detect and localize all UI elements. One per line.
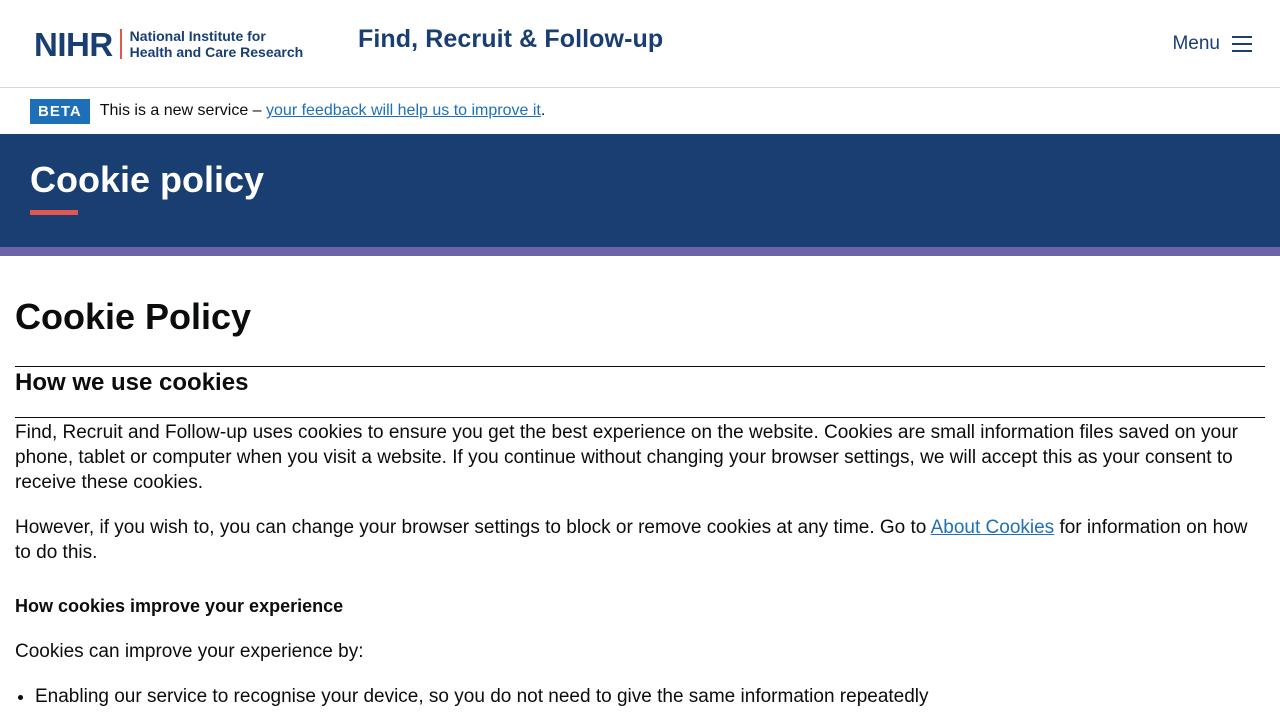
hero-title: Cookie policy — [30, 159, 265, 200]
hamburger-icon — [1232, 36, 1252, 52]
beta-text: This is a new service – — [99, 102, 262, 119]
logo-mark: NIHR — [34, 25, 113, 63]
hero-title-underline — [30, 210, 78, 215]
logo-text-line1: National Institute for — [129, 28, 266, 44]
service-name-link[interactable]: Find, Recruit & Follow-up — [358, 25, 663, 54]
logo-text-line2: Health and Care Research — [129, 44, 304, 60]
feedback-link[interactable]: your feedback will help us to improve it — [266, 102, 541, 120]
beta-suffix: . — [540, 102, 546, 119]
menu-label: Menu — [1172, 33, 1220, 54]
about-cookies-link[interactable]: About Cookies — [931, 517, 1055, 538]
nihr-logo[interactable]: NIHR National Institute for Health and C… — [34, 27, 303, 61]
logo-divider — [119, 29, 122, 59]
site-header: NIHR National Institute for Health and C… — [0, 0, 1280, 88]
logo-text: National Institute for Health and Care R… — [130, 28, 304, 60]
subheading: How cookies improve your experience — [15, 596, 344, 616]
benefits-list: Enabling our service to recognise your d… — [15, 684, 1265, 709]
list-item: Enabling our service to recognise your d… — [35, 684, 1265, 709]
menu-button[interactable]: Menu — [1172, 30, 1252, 58]
beta-banner: BETA This is a new service – your feedba… — [0, 88, 1280, 134]
hero-accent-strip — [0, 247, 1280, 256]
page-heading: Cookie Policy — [15, 296, 252, 337]
page-hero: Cookie policy — [0, 134, 1280, 247]
main-content: Cookie Policy How we use cookies Find, R… — [0, 296, 1280, 709]
beta-tag: BETA — [30, 98, 90, 124]
browser-settings-paragraph: However, if you wish to, you can change … — [15, 515, 1265, 565]
benefits-intro: Cookies can improve your experience by: — [15, 641, 364, 662]
section-heading: How we use cookies — [15, 366, 1265, 418]
para2-text: However, if you wish to, you can change … — [15, 517, 931, 538]
intro-paragraph: Find, Recruit and Follow-up uses cookies… — [15, 422, 1238, 493]
